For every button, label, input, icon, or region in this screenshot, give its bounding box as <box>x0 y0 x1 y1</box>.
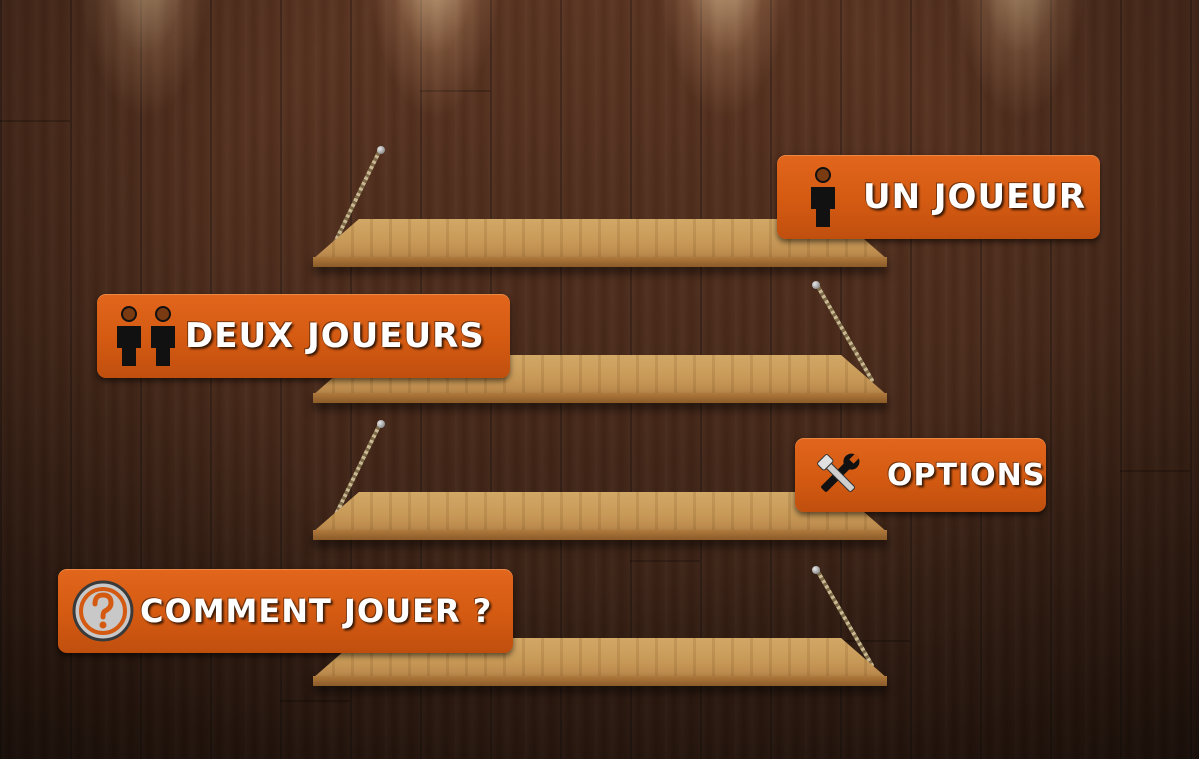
single-player-icon <box>789 155 857 239</box>
how-to-play-label: COMMENT JOUER ? <box>140 592 493 630</box>
shelf-nail <box>377 146 385 154</box>
question-icon <box>70 569 136 653</box>
shelf-edge <box>313 257 887 267</box>
shelf-edge <box>313 676 887 686</box>
two-players-icon <box>111 294 181 378</box>
options-button[interactable]: OPTIONS <box>795 438 1046 512</box>
menu-screen: UN JOUEUR DEUX JOUEURS OPTIONS COMMENT J… <box>0 0 1199 759</box>
shelf-edge <box>313 530 887 540</box>
single-player-button[interactable]: UN JOUEUR <box>777 155 1100 239</box>
shelf-nail <box>377 420 385 428</box>
shelf-nail <box>812 566 820 574</box>
options-label: OPTIONS <box>887 457 1046 493</box>
two-players-button[interactable]: DEUX JOUEURS <box>97 294 510 378</box>
shelf-edge <box>313 393 887 403</box>
tools-icon <box>807 438 869 512</box>
how-to-play-button[interactable]: COMMENT JOUER ? <box>58 569 513 653</box>
shelf-nail <box>812 281 820 289</box>
two-players-label: DEUX JOUEURS <box>185 316 485 356</box>
single-player-label: UN JOUEUR <box>863 177 1087 217</box>
